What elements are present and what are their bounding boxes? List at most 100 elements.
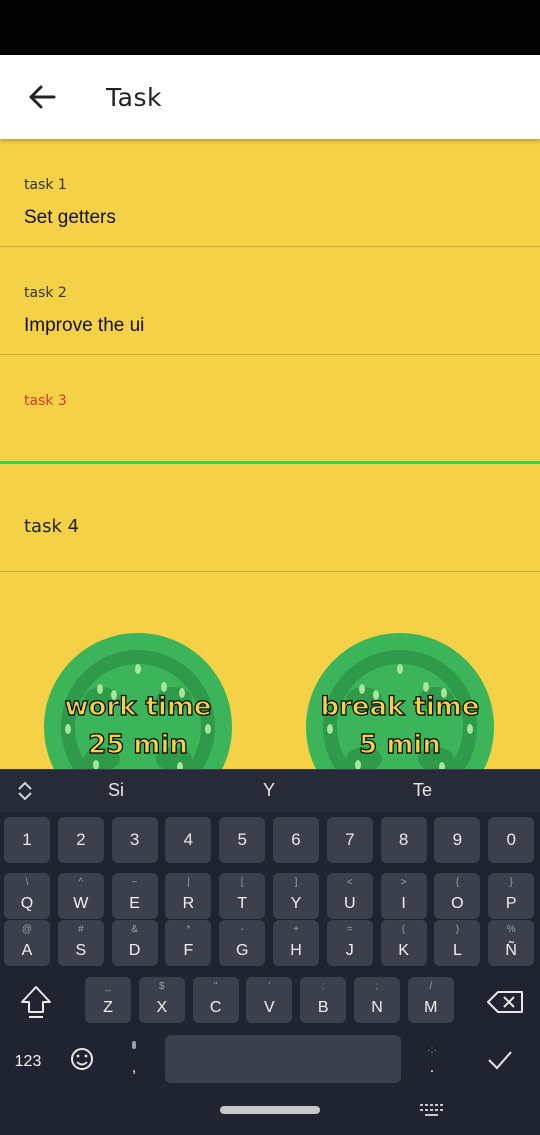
- key-5[interactable]: 5: [219, 817, 266, 863]
- key-label: 8: [398, 830, 409, 849]
- comma-key[interactable]: ,: [114, 1037, 154, 1083]
- key-label: 6: [291, 830, 301, 849]
- key-k[interactable]: (K: [380, 920, 427, 966]
- key-label: B: [317, 999, 329, 1016]
- symbols-mode-label: 123: [14, 1053, 42, 1070]
- key-label: O: [451, 895, 464, 912]
- check-icon: [488, 1051, 512, 1070]
- key-g[interactable]: -G: [219, 920, 266, 966]
- key-m[interactable]: / M: [407, 977, 454, 1023]
- key-s[interactable]: # S: [57, 920, 104, 966]
- task-list: task 1 Set getters task 2 Improve the ui…: [0, 139, 540, 769]
- work-time-button[interactable]: work time 25 min: [40, 629, 236, 769]
- key-alt-label: %: [506, 924, 516, 935]
- key-label: Q: [20, 895, 34, 912]
- key-alt-label: \: [25, 877, 29, 888]
- key-label: E: [129, 895, 140, 912]
- arrow-back-icon: [29, 85, 56, 109]
- keyboard-switcher-icon[interactable]: [420, 1104, 444, 1116]
- key-alt-label: [: [240, 877, 244, 888]
- task-field-3[interactable]: task 3: [0, 355, 540, 464]
- suggestion-bar: Si Y Te: [0, 769, 540, 812]
- task-label: task 2: [24, 285, 67, 301]
- key-p[interactable]: } P: [488, 873, 535, 919]
- key-8[interactable]: 8: [380, 817, 427, 863]
- key-v[interactable]: ' V: [246, 977, 293, 1023]
- key-1[interactable]: 1: [4, 817, 50, 863]
- key-label: L: [452, 942, 462, 959]
- task-label: task 1: [24, 177, 67, 193]
- key-n[interactable]: ; N: [354, 977, 400, 1023]
- expand-toolbar-icon[interactable]: [14, 780, 36, 802]
- key-a[interactable]: @ A: [4, 920, 50, 966]
- key-label: V: [264, 999, 275, 1016]
- break-time-label: break time: [320, 691, 480, 722]
- key-t[interactable]: [T: [219, 873, 266, 919]
- suggestion-3[interactable]: Te: [413, 780, 432, 801]
- key-label: 5: [237, 830, 247, 849]
- task-field-4[interactable]: task 4: [0, 464, 540, 572]
- key-label: Ñ: [505, 942, 517, 959]
- key-d[interactable]: & D: [111, 920, 158, 966]
- task-field-1[interactable]: task 1 Set getters: [0, 139, 540, 247]
- period-alternates-icon: ·:·: [427, 1045, 437, 1056]
- key-r[interactable]: | R: [165, 873, 212, 919]
- key-x[interactable]: $ X: [138, 977, 185, 1023]
- key-o[interactable]: {O: [434, 873, 481, 919]
- key-u[interactable]: < U: [326, 873, 373, 919]
- back-button[interactable]: [14, 69, 70, 125]
- gesture-nav-bar[interactable]: [220, 1106, 320, 1114]
- key-4[interactable]: 4: [165, 817, 212, 863]
- task-field-2[interactable]: task 2 Improve the ui: [0, 247, 540, 355]
- symbols-mode-key[interactable]: 123: [6, 1037, 50, 1083]
- comma-label: ,: [131, 1059, 137, 1076]
- key-label: H: [290, 942, 302, 959]
- key-ñ[interactable]: % Ñ: [488, 920, 535, 966]
- key-alt-label: =: [346, 924, 353, 935]
- suggestion-2[interactable]: Y: [263, 780, 275, 801]
- break-time-duration: 5 min: [359, 729, 442, 760]
- task-value: Set getters: [24, 207, 116, 228]
- key-q[interactable]: \ Q: [4, 873, 50, 919]
- key-2[interactable]: 2: [57, 817, 104, 863]
- shift-key[interactable]: [14, 979, 58, 1025]
- break-time-button[interactable]: break time 5 min: [302, 629, 498, 769]
- space-bar[interactable]: [165, 1035, 401, 1083]
- key-alt-label: ': [268, 981, 271, 992]
- microphone-icon: [132, 1041, 136, 1049]
- key-b[interactable]: :B: [300, 977, 347, 1023]
- key-z[interactable]: _ Z: [85, 977, 131, 1023]
- key-label: I: [401, 895, 406, 912]
- work-time-duration: 25 min: [88, 729, 189, 760]
- task-label: task 3: [24, 393, 67, 409]
- key-j[interactable]: = J: [326, 920, 373, 966]
- key-label: S: [75, 942, 87, 959]
- key-label: M: [424, 999, 438, 1016]
- key-label: R: [182, 895, 195, 912]
- key-label: A: [21, 942, 33, 959]
- backspace-key[interactable]: [482, 979, 530, 1025]
- suggestion-1[interactable]: Si: [108, 780, 124, 801]
- enter-key[interactable]: [478, 1037, 522, 1083]
- key-0[interactable]: 0: [488, 817, 535, 863]
- key-9[interactable]: 9: [434, 817, 481, 863]
- key-y[interactable]: ] Y: [273, 873, 319, 919]
- key-e[interactable]: ~ E: [111, 873, 158, 919]
- period-label: .: [429, 1059, 435, 1076]
- key-f[interactable]: * F: [165, 920, 212, 966]
- key-alt-label: ~: [131, 877, 138, 888]
- key-i[interactable]: > I: [380, 873, 427, 919]
- key-c[interactable]: " C: [192, 977, 239, 1023]
- key-h[interactable]: + H: [273, 920, 319, 966]
- key-7[interactable]: 7: [326, 817, 373, 863]
- key-alt-label: *: [186, 924, 191, 935]
- emoji-key[interactable]: [62, 1037, 102, 1083]
- key-label: G: [235, 942, 249, 959]
- period-key[interactable]: ·:· .: [412, 1037, 452, 1083]
- key-label: 4: [183, 830, 194, 849]
- key-label: 7: [345, 830, 355, 849]
- key-l[interactable]: ) L: [434, 920, 481, 966]
- key-w[interactable]: ^ W: [57, 873, 104, 919]
- key-3[interactable]: 3: [111, 817, 158, 863]
- key-6[interactable]: 6: [273, 817, 319, 863]
